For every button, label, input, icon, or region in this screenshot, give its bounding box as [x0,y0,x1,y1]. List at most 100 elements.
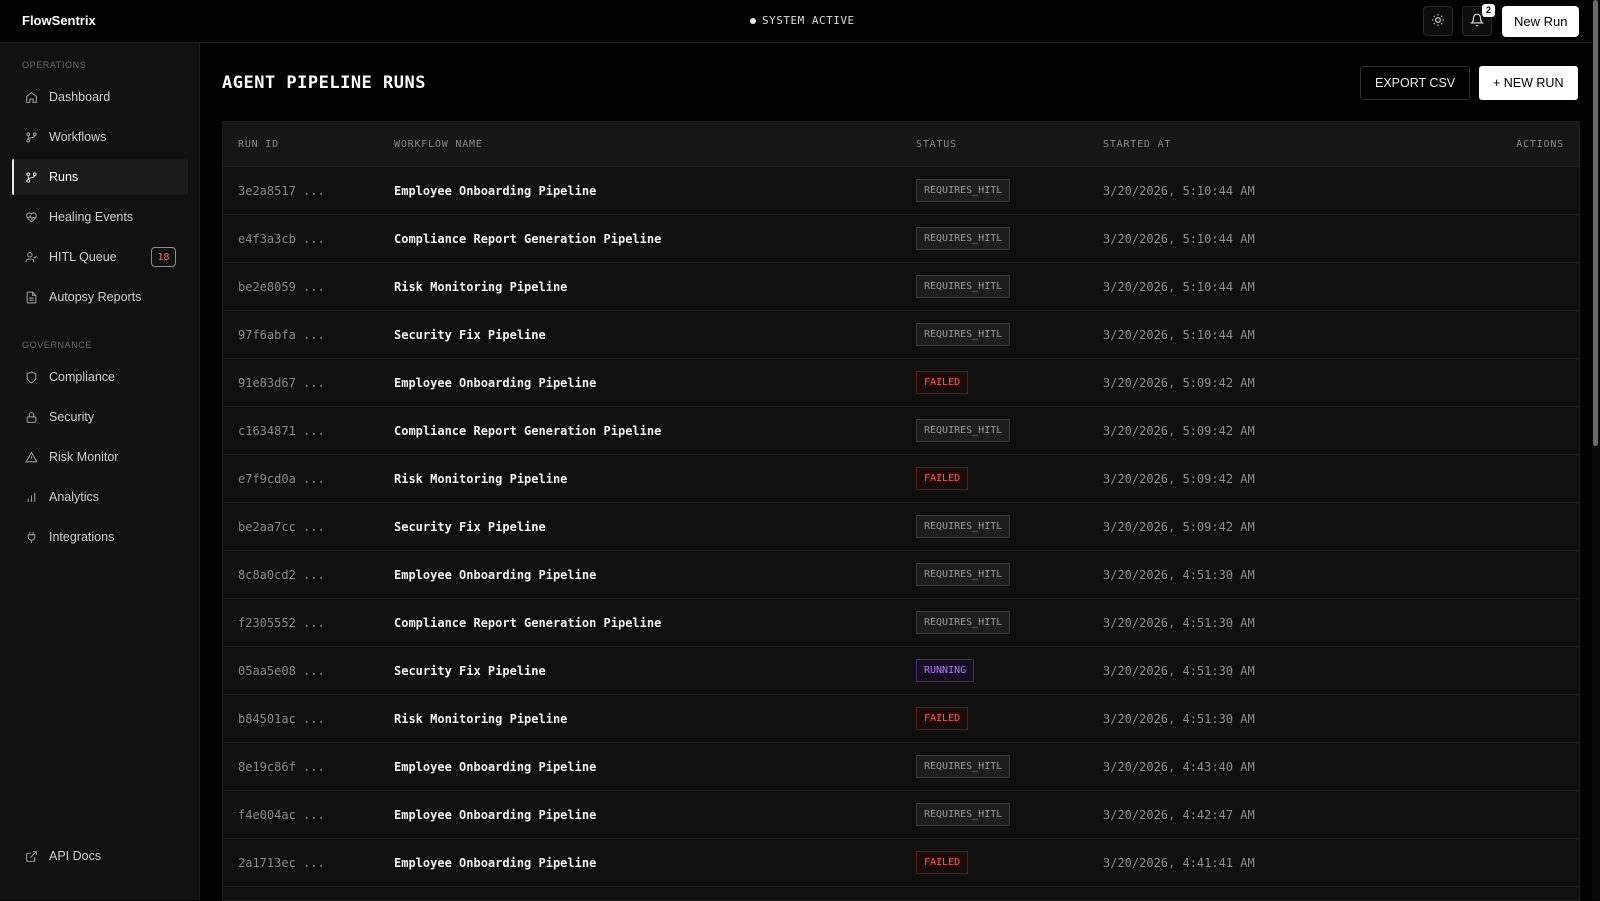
started-at: 3/20/2026, 4:42:47 AM [1103,808,1255,822]
run-id[interactable]: e7f9cd0a ... [238,472,325,486]
workflow-name: Compliance Report Generation Pipeline [394,616,662,630]
runs-table: RUN ID WORKFLOW NAME STATUS STARTED AT A… [222,121,1580,901]
table-row[interactable]: 91e83d67 ... Employee Onboarding Pipeline… [223,359,1579,407]
scrollbar-thumb[interactable] [1593,0,1598,446]
workflow-icon [24,130,38,144]
main-content: AGENT PIPELINE RUNS EXPORT CSV + NEW RUN… [200,43,1580,901]
warning-icon [24,450,38,464]
run-id[interactable]: 05aa5e08 ... [238,664,325,678]
workflow-name: Risk Monitoring Pipeline [394,472,568,486]
lock-icon [24,410,38,424]
status-badge: FAILED [916,707,969,730]
sidebar-item-analytics[interactable]: Analytics [12,479,188,515]
table-row[interactable]: b84501ac ... Risk Monitoring Pipeline FAIL… [223,695,1579,743]
table-row[interactable]: 97f6abfa ... Security Fix Pipeline REQUIRE… [223,311,1579,359]
theme-toggle-button[interactable] [1423,6,1453,36]
column-header-status[interactable]: STATUS [916,139,957,150]
table-row[interactable]: 8c8a0cd2 ... Employee Onboarding Pipeline… [223,551,1579,599]
table-row[interactable]: 3e2a8517 ... Employee Onboarding Pipeline… [223,167,1579,215]
sidebar-item-label: Runs [49,170,79,184]
sidebar-item-workflows[interactable]: Workflows [12,119,188,155]
sidebar-item-api-docs[interactable]: API Docs [12,838,188,874]
run-id[interactable]: 8c8a0cd2 ... [238,568,325,582]
export-csv-button[interactable]: EXPORT CSV [1360,66,1471,100]
run-id[interactable]: f2305552 ... [238,616,325,630]
run-id[interactable]: be2e8059 ... [238,280,325,294]
shield-icon [24,370,38,384]
workflow-name: Risk Monitoring Pipeline [394,280,568,294]
top-bar: FlowSentrix SYSTEM ACTIVE 2 New Run [0,0,1600,43]
brand-logo[interactable]: FlowSentrix [22,13,96,28]
run-id[interactable]: 97f6abfa ... [238,328,325,342]
sidebar-item-hitl-queue[interactable]: HITL Queue 18 [12,239,188,275]
started-at: 3/20/2026, 5:09:42 AM [1103,424,1255,438]
status-badge: REQUIRES_HITL [916,611,1011,634]
sidebar-item-label: Integrations [49,530,115,544]
status-badge: FAILED [916,371,969,394]
column-header-actions: ACTIONS [1516,139,1564,150]
run-id[interactable]: 91e83d67 ... [238,376,325,390]
notifications-button[interactable]: 2 [1462,4,1495,36]
branch-icon [24,170,38,184]
run-id[interactable]: e4f3a3cb ... [238,232,325,246]
status-badge: REQUIRES_HITL [916,419,1011,442]
status-badge: REQUIRES_HITL [916,275,1011,298]
status-badge: REQUIRES_HITL [916,563,1011,586]
run-id[interactable]: 2a1713ec ... [238,856,325,870]
table-row[interactable]: e7f9cd0a ... Risk Monitoring Pipeline FAIL… [223,455,1579,503]
started-at: 3/20/2026, 4:51:30 AM [1103,568,1255,582]
home-icon [24,90,38,104]
column-header-workflow-name[interactable]: WORKFLOW NAME [394,139,483,150]
status-badge: FAILED [916,467,969,490]
table-row[interactable]: e4f3a3cb ... Compliance Report Generation… [223,215,1579,263]
table-row[interactable]: c1634871 ... Compliance Report Generation… [223,407,1579,455]
sidebar-item-integrations[interactable]: Integrations [12,519,188,555]
status-badge: REQUIRES_HITL [916,323,1011,346]
header-new-run-button[interactable]: New Run [1502,6,1580,37]
run-id[interactable]: f4e004ac ... [238,808,325,822]
started-at: 3/20/2026, 5:09:42 AM [1103,520,1255,534]
table-row[interactable]: f2305552 ... Compliance Report Generation… [223,599,1579,647]
sidebar-item-label: API Docs [49,849,102,863]
system-status-label: SYSTEM ACTIVE [762,14,855,27]
table-row[interactable]: f4e004ac ... Employee Onboarding Pipeline… [223,791,1579,839]
workflow-name: Employee Onboarding Pipeline [394,760,597,774]
run-id[interactable]: be2aa7cc ... [238,520,325,534]
workflow-name: Employee Onboarding Pipeline [394,376,597,390]
workflow-name: Security Fix Pipeline [394,520,546,534]
sidebar-item-dashboard[interactable]: Dashboard [12,79,188,115]
sidebar-item-risk-monitor[interactable]: Risk Monitor [12,439,188,475]
status-badge: REQUIRES_HITL [916,755,1011,778]
status-dot-icon [750,17,756,24]
sidebar-item-security[interactable]: Security [12,399,188,435]
run-id[interactable]: 8e19c86f ... [238,760,325,774]
started-at: 3/20/2026, 5:09:42 AM [1103,376,1255,390]
status-badge: REQUIRES_HITL [916,803,1011,826]
sidebar-item-autopsy-reports[interactable]: Autopsy Reports [12,279,188,315]
table-row[interactable]: 05aa5e08 ... Security Fix Pipeline RUNNING… [223,647,1579,695]
run-id[interactable]: b84501ac ... [238,712,325,726]
table-row[interactable]: be2e8059 ... Risk Monitoring Pipeline REQU… [223,263,1579,311]
column-header-run-id[interactable]: RUN ID [238,139,279,150]
run-id[interactable]: c1634871 ... [238,424,325,438]
user-check-icon [24,250,38,264]
column-header-started-at[interactable]: STARTED AT [1103,139,1171,150]
system-status: SYSTEM ACTIVE [750,14,855,27]
run-id[interactable]: 3e2a8517 ... [238,184,325,198]
workflow-name: Security Fix Pipeline [394,664,546,678]
sidebar-item-compliance[interactable]: Compliance [12,359,188,395]
plug-icon [24,530,38,544]
external-link-icon [24,849,38,863]
table-row[interactable]: be2aa7cc ... Security Fix Pipeline REQUIRE… [223,503,1579,551]
page-scrollbar[interactable] [1592,0,1600,900]
sidebar-item-runs[interactable]: Runs [12,159,188,195]
sidebar-item-label: Compliance [49,370,116,384]
section-label-governance: GOVERNANCE [22,340,93,350]
sidebar-item-healing-events[interactable]: Healing Events [12,199,188,235]
new-run-button[interactable]: + NEW RUN [1479,66,1578,100]
status-badge: REQUIRES_HITL [916,179,1011,202]
started-at: 3/20/2026, 4:51:30 AM [1103,664,1255,678]
table-row[interactable]: 2a1713ec ... Employee Onboarding Pipeline… [223,839,1579,887]
table-row[interactable]: 8e19c86f ... Employee Onboarding Pipeline… [223,743,1579,791]
sidebar: OPERATIONS Dashboard Workflows Runs Heal… [0,43,200,900]
